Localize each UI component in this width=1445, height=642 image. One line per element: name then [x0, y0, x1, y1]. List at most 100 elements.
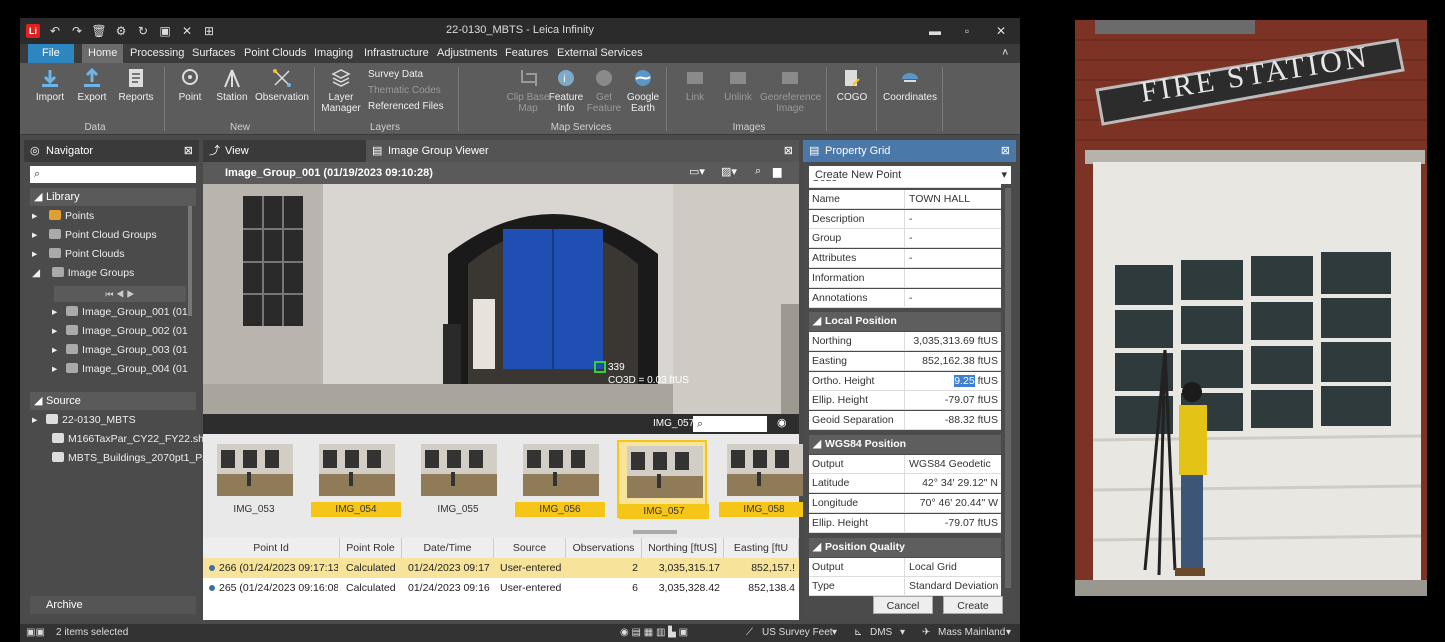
layer-manager-button[interactable]: Layer Manager	[318, 67, 364, 114]
tab-imaging[interactable]: Imaging	[308, 44, 359, 63]
new-observation-button[interactable]: Observation	[254, 67, 310, 103]
property-row[interactable]: Type Standard Deviation	[809, 577, 1001, 597]
property-row[interactable]: Easting 852,162.38 ftUS	[809, 351, 1001, 371]
survey-data-dropdown[interactable]: Survey Data	[368, 69, 423, 80]
column-header[interactable]: Observations	[566, 538, 642, 558]
link-button[interactable]: Link	[678, 67, 712, 103]
property-value[interactable]: -	[904, 209, 1001, 229]
property-row[interactable]: Attributes -	[809, 249, 1001, 269]
column-header[interactable]: Source	[494, 538, 566, 558]
property-value[interactable]: 70° 46' 20.44" W	[904, 494, 1001, 514]
export-button[interactable]: Export	[74, 67, 110, 103]
zoom-icon[interactable]: ⌕	[755, 165, 761, 178]
property-row[interactable]: Code	[809, 180, 1001, 188]
google-earth-button[interactable]: Google Earth	[624, 67, 662, 114]
tree-item-image-group[interactable]: ▸ Image_Group_001 (01	[52, 306, 188, 318]
property-value[interactable]: 852,162.38 ftUS	[904, 351, 1001, 371]
property-row[interactable]: Group -	[809, 229, 1001, 249]
table-row[interactable]: 265 (01/24/2023 09:16:08) Calculated 01/24…	[203, 578, 799, 598]
panel-close-icon[interactable]: ⊠	[184, 140, 193, 162]
tree-item-image-groups[interactable]: ◢ Image Groups	[32, 267, 134, 279]
image-thumbnail[interactable]: IMG_053	[209, 440, 299, 518]
window-layout-icon[interactable]: ▭▾	[689, 165, 705, 178]
new-point-button[interactable]: Point	[172, 67, 208, 103]
tree-item-image-group[interactable]: ▸ Image_Group_004 (01	[52, 363, 188, 375]
image-thumbnail[interactable]: IMG_056	[515, 440, 605, 518]
cancel-button[interactable]: Cancel	[873, 596, 933, 614]
property-row[interactable]: Latitude 42° 34' 29.12" N	[809, 474, 1001, 494]
scroll-thumb[interactable]	[633, 530, 677, 534]
feature-info-button[interactable]: i Feature Info	[548, 67, 584, 114]
new-station-button[interactable]: Station	[214, 67, 250, 103]
property-value[interactable]: WGS84 Geodetic	[904, 454, 1001, 474]
tab-image-group-viewer[interactable]: ▤ Image Group Viewer ⊠	[366, 140, 799, 162]
image-canvas[interactable]: 339 CO3D = 0.03 ftUS	[203, 184, 799, 414]
tab-features[interactable]: Features	[499, 44, 554, 63]
library-section[interactable]: ◢ Library	[30, 188, 196, 206]
cogo-button[interactable]: COGO	[834, 67, 870, 103]
property-row[interactable]: Output Local Grid	[809, 557, 1001, 577]
units-dropdown[interactable]: US Survey Feet	[762, 627, 833, 638]
thumbnail-scrollbar[interactable]	[203, 526, 799, 538]
tree-item-points[interactable]: ▸ Points	[32, 210, 94, 222]
property-value[interactable]: -88.32 ftUS	[904, 411, 1001, 430]
library-scrollbar[interactable]	[188, 206, 192, 316]
panel-close-icon[interactable]: ⊠	[1001, 140, 1010, 162]
tree-item-image-group[interactable]: ▸ Image_Group_003 (01	[52, 344, 188, 356]
fullscreen-icon[interactable]: ▆	[773, 165, 781, 178]
create-button[interactable]: Create	[943, 596, 1003, 614]
tree-item-point-cloud-groups[interactable]: ▸ Point Cloud Groups	[32, 229, 157, 241]
tab-external-services[interactable]: External Services	[551, 44, 649, 63]
image-options-icon[interactable]: ▨▾	[721, 165, 737, 178]
column-header[interactable]: Northing [ftUS]	[642, 538, 724, 558]
thematic-codes-dropdown[interactable]: Thematic Codes	[368, 85, 441, 96]
image-thumbnail[interactable]: IMG_057	[617, 440, 709, 519]
navigator-search-input[interactable]: ⌕	[30, 166, 196, 183]
image-search-input[interactable]: ⌕	[693, 416, 767, 432]
coordinate-system-dropdown[interactable]: Mass Mainland	[938, 627, 1005, 638]
table-row[interactable]: 266 (01/24/2023 09:17:13) Calculated 01/24…	[203, 558, 799, 578]
tab-view[interactable]: ⤴ View	[203, 140, 366, 162]
property-row[interactable]: Longitude 70° 46' 20.44" W	[809, 494, 1001, 514]
property-section[interactable]: ◢ Position Quality	[809, 537, 1001, 557]
image-thumbnail[interactable]: IMG_058	[719, 440, 809, 518]
property-value[interactable]: Local Grid	[904, 557, 1001, 577]
import-button[interactable]: Import	[32, 67, 68, 103]
property-value[interactable]: -	[904, 288, 1001, 308]
reports-button[interactable]: Reports	[116, 67, 156, 103]
tree-item-project[interactable]: ▸ 22-0130_MBTS	[32, 414, 136, 426]
property-value[interactable]: -	[904, 229, 1001, 249]
column-header[interactable]: Date/Time	[402, 538, 494, 558]
tree-item-point-clouds[interactable]: ▸ Point Clouds	[32, 248, 125, 260]
property-row[interactable]: Information	[809, 268, 1001, 288]
image-thumbnail[interactable]: IMG_055	[413, 440, 503, 518]
tab-surfaces[interactable]: Surfaces	[186, 44, 241, 63]
collapse-ribbon-icon[interactable]: ˄	[996, 44, 1014, 63]
tree-item-shapefile[interactable]: M166TaxPar_CY22_FY22.shp	[52, 433, 210, 445]
tab-home[interactable]: Home	[82, 44, 124, 63]
property-row[interactable]: Northing 3,035,313.69 ftUS	[809, 332, 1001, 352]
tab-point-clouds[interactable]: Point Clouds	[238, 44, 312, 63]
minimize-icon[interactable]: ▬	[926, 22, 944, 40]
image-target-icon[interactable]: ◉	[777, 416, 787, 429]
angle-dropdown[interactable]: DMS	[870, 627, 892, 638]
unlink-button[interactable]: Unlink	[720, 67, 756, 103]
property-row[interactable]: Description -	[809, 209, 1001, 229]
property-section[interactable]: ◢ WGS84 Position	[809, 434, 1001, 454]
property-row[interactable]: Output WGS84 Geodetic	[809, 454, 1001, 474]
tab-infrastructure[interactable]: Infrastructure	[358, 44, 435, 63]
panel-close-icon[interactable]: ⊠	[784, 140, 793, 162]
image-thumbnail[interactable]: IMG_054	[311, 440, 401, 518]
maximize-icon[interactable]: ▫	[958, 22, 976, 40]
property-value[interactable]: 42° 34' 29.12" N	[904, 474, 1001, 494]
referenced-files-dropdown[interactable]: Referenced Files	[368, 101, 444, 112]
get-feature-button[interactable]: Get Feature	[586, 67, 622, 114]
property-section[interactable]: ◢ Local Position	[809, 312, 1001, 332]
property-row[interactable]: Ellip. Height -79.07 ftUS	[809, 513, 1001, 533]
close-icon[interactable]: ✕	[992, 22, 1010, 40]
status-toolbar-icons[interactable]: ◉ ▤ ▦ ▥ ▙ ▣	[620, 627, 688, 638]
tab-file[interactable]: File	[28, 44, 74, 63]
tab-processing[interactable]: Processing	[124, 44, 190, 63]
property-value[interactable]: 9.25 ftUS	[904, 371, 1001, 391]
pager-control[interactable]: ⏮ ◀ ▶	[54, 286, 186, 302]
